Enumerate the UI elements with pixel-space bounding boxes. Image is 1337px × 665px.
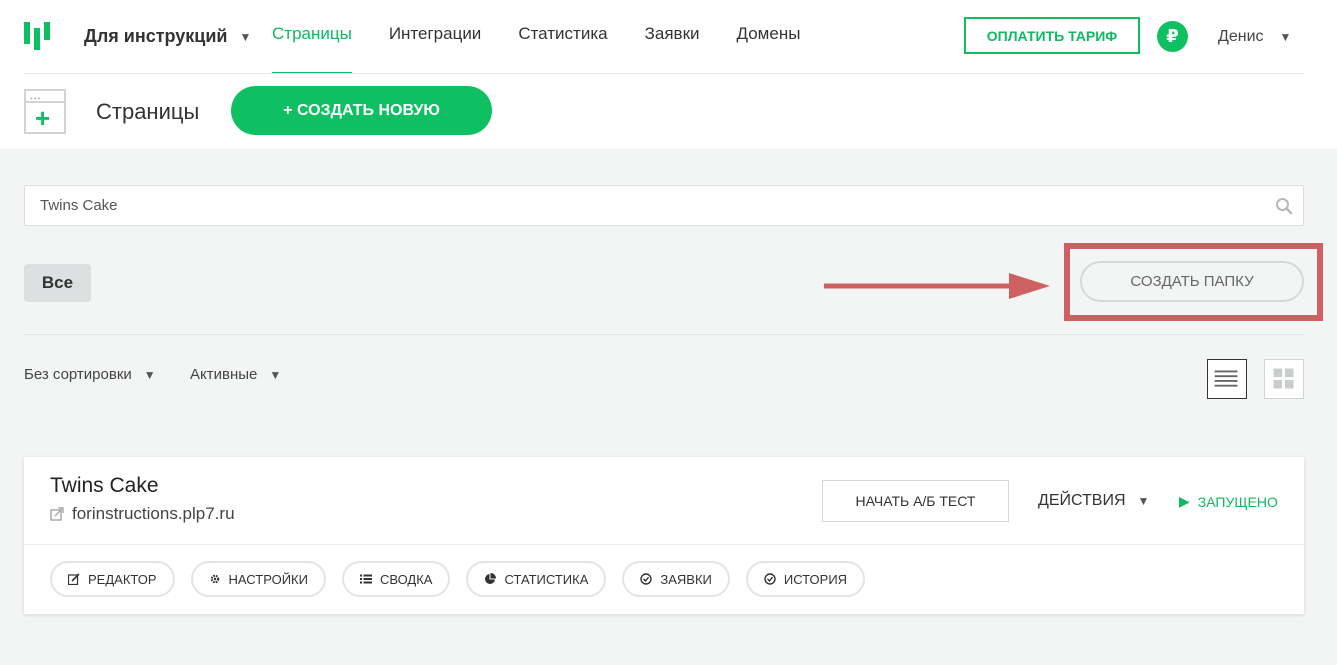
sort-label: Без сортировки bbox=[24, 366, 132, 383]
settings-button[interactable]: НАСТРОЙКИ bbox=[190, 561, 326, 597]
logo-icon[interactable] bbox=[24, 22, 50, 50]
ab-test-button[interactable]: НАЧАТЬ А/Б ТЕСТ bbox=[822, 480, 1009, 522]
history-button[interactable]: ИСТОРИЯ bbox=[745, 561, 866, 597]
nav-pages[interactable]: Страницы bbox=[272, 0, 352, 74]
caret-down-icon: ▼ bbox=[269, 367, 282, 382]
tool-label: РЕДАКТОР bbox=[88, 571, 157, 587]
page-url-text: forinstructions.plp7.ru bbox=[72, 504, 235, 523]
caret-down-icon: ▼ bbox=[143, 367, 156, 382]
play-icon: ▶ bbox=[1179, 493, 1190, 509]
sort-dropdown[interactable]: Без сортировки ▼ bbox=[24, 366, 156, 383]
ruble-icon[interactable]: ₽ bbox=[1157, 21, 1188, 52]
grid-view-button[interactable] bbox=[1264, 359, 1304, 399]
user-name: Денис bbox=[1218, 28, 1264, 45]
workspace-selector[interactable]: Для инструкций ▼ bbox=[84, 26, 251, 47]
list-view-icon bbox=[1214, 370, 1238, 387]
list-icon bbox=[359, 574, 372, 584]
workspace-name: Для инструкций bbox=[84, 26, 228, 46]
tool-label: ЗАЯВКИ bbox=[660, 571, 712, 587]
nav-statistics[interactable]: Статистика bbox=[518, 0, 607, 74]
caret-down-icon: ▼ bbox=[239, 29, 252, 44]
summary-button[interactable]: СВОДКА bbox=[341, 561, 451, 597]
tool-label: НАСТРОЙКИ bbox=[228, 571, 308, 587]
search-icon[interactable] bbox=[1275, 197, 1293, 215]
pay-tariff-button[interactable]: ОПЛАТИТЬ ТАРИФ bbox=[964, 17, 1140, 54]
pie-chart-icon bbox=[485, 573, 497, 584]
tool-label: ИСТОРИЯ bbox=[783, 571, 848, 587]
gear-icon bbox=[210, 574, 219, 584]
status-text: ЗАПУЩЕНО bbox=[1197, 493, 1278, 510]
nav-integrations[interactable]: Интеграции bbox=[389, 0, 482, 74]
create-folder-button[interactable]: СОЗДАТЬ ПАПКУ bbox=[1080, 261, 1304, 302]
status-dropdown[interactable]: Активные ▼ bbox=[190, 366, 281, 383]
filters-divider bbox=[24, 334, 1304, 335]
page-card-url[interactable]: forinstructions.plp7.ru bbox=[50, 504, 235, 524]
page-tools: РЕДАКТОР НАСТРОЙКИ СВОДКА СТАТИСТИКА ЗАЯ… bbox=[50, 561, 866, 597]
nav-requests[interactable]: Заявки bbox=[645, 0, 700, 74]
top-navbar: Для инструкций ▼ Страницы Интеграции Ста… bbox=[0, 0, 1337, 74]
actions-label: ДЕЙСТВИЯ bbox=[1038, 492, 1126, 509]
add-page-icon: ••• + bbox=[24, 89, 66, 134]
annotation-arrow bbox=[824, 273, 1050, 299]
page-header: ••• + Страницы + СОЗДАТЬ НОВУЮ bbox=[0, 74, 1337, 149]
list-view-button[interactable] bbox=[1207, 359, 1247, 399]
page-title: Страницы bbox=[96, 99, 200, 124]
external-link-icon bbox=[50, 507, 64, 521]
status-badge: ▶ ЗАПУЩЕНО bbox=[1179, 493, 1278, 510]
editor-button[interactable]: РЕДАКТОР bbox=[50, 561, 175, 597]
card-divider bbox=[24, 544, 1304, 545]
create-new-button[interactable]: + СОЗДАТЬ НОВУЮ bbox=[231, 86, 492, 135]
search-box bbox=[24, 185, 1304, 226]
main-nav: Страницы Интеграции Статистика Заявки До… bbox=[272, 0, 837, 74]
statistics-button[interactable]: СТАТИСТИКА bbox=[466, 561, 607, 597]
caret-down-icon: ▼ bbox=[1279, 30, 1292, 44]
tool-label: СТАТИСТИКА bbox=[504, 571, 589, 587]
check-circle-icon bbox=[764, 573, 776, 585]
folder-filter-all[interactable]: Все bbox=[24, 264, 91, 302]
search-input[interactable] bbox=[25, 186, 1265, 225]
check-circle-icon bbox=[640, 573, 653, 585]
caret-down-icon: ▼ bbox=[1137, 494, 1150, 508]
requests-button[interactable]: ЗАЯВКИ bbox=[622, 561, 730, 597]
page-card-title[interactable]: Twins Cake bbox=[50, 474, 159, 498]
status-label: Активные bbox=[190, 366, 258, 383]
tool-label: СВОДКА bbox=[379, 571, 433, 587]
edit-icon bbox=[68, 573, 80, 585]
grid-view-icon bbox=[1273, 368, 1294, 389]
user-menu[interactable]: Денис ▼ bbox=[1218, 28, 1291, 46]
actions-dropdown[interactable]: ДЕЙСТВИЯ ▼ bbox=[1038, 492, 1149, 510]
nav-domains[interactable]: Домены bbox=[737, 0, 801, 74]
page-card: Twins Cake forinstructions.plp7.ru НАЧАТ… bbox=[24, 457, 1304, 614]
